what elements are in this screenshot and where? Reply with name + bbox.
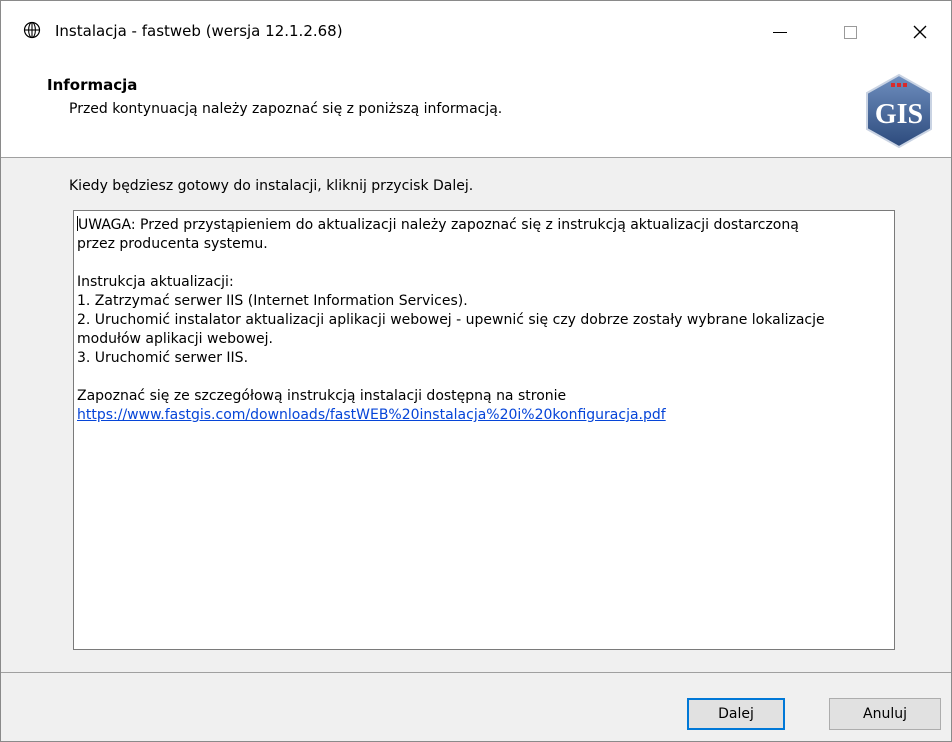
page-subtitle: Przed kontynuacją należy zapoznać się z … xyxy=(69,101,503,117)
close-icon xyxy=(913,25,927,39)
info-line: 3. Uruchomić serwer IIS. xyxy=(77,350,249,366)
wizard-header: Informacja Przed kontynuacją należy zapo… xyxy=(1,65,951,157)
wizard-footer: Dalej Anuluj xyxy=(1,673,951,741)
info-line: 1. Zatrzymać serwer IIS (Internet Inform… xyxy=(77,293,468,309)
cancel-button[interactable]: Anuluj xyxy=(829,698,941,730)
minimize-icon xyxy=(773,31,787,33)
minimize-button[interactable] xyxy=(757,15,803,49)
close-button[interactable] xyxy=(897,15,943,49)
instruction-text: Kiedy będziesz gotowy do instalacji, kli… xyxy=(69,178,474,194)
info-line: Zapoznać się ze szczegółową instrukcją i… xyxy=(77,388,567,404)
title-bar[interactable]: Instalacja - fastweb (wersja 12.1.2.68) xyxy=(1,1,951,65)
info-textbox[interactable]: UWAGA: Przed przystąpieniem do aktualiza… xyxy=(73,210,895,650)
window-title: Instalacja - fastweb (wersja 12.1.2.68) xyxy=(55,22,343,40)
maximize-icon xyxy=(843,25,857,39)
info-line: przez producenta systemu. xyxy=(77,236,268,252)
info-line xyxy=(77,254,886,273)
info-line xyxy=(77,368,886,387)
next-button[interactable]: Dalej xyxy=(687,698,785,730)
info-line: UWAGA: Przed przystąpieniem do aktualiza… xyxy=(77,216,799,233)
info-line: 2. Uruchomić instalator aktualizacji apl… xyxy=(77,312,825,328)
installer-window: Instalacja - fastweb (wersja 12.1.2.68) … xyxy=(0,0,952,742)
info-line: Instrukcja aktualizacji: xyxy=(77,274,234,290)
info-line: modułów aplikacji webowej. xyxy=(77,331,273,347)
svg-text:GIS: GIS xyxy=(875,99,923,130)
globe-icon xyxy=(23,21,41,39)
page-title: Informacja xyxy=(47,76,138,94)
documentation-link[interactable]: https://www.fastgis.com/downloads/fastWE… xyxy=(77,407,666,423)
maximize-button[interactable] xyxy=(827,15,873,49)
wizard-body: Kiedy będziesz gotowy do instalacji, kli… xyxy=(1,158,951,672)
gis-logo: GIS xyxy=(859,71,939,151)
